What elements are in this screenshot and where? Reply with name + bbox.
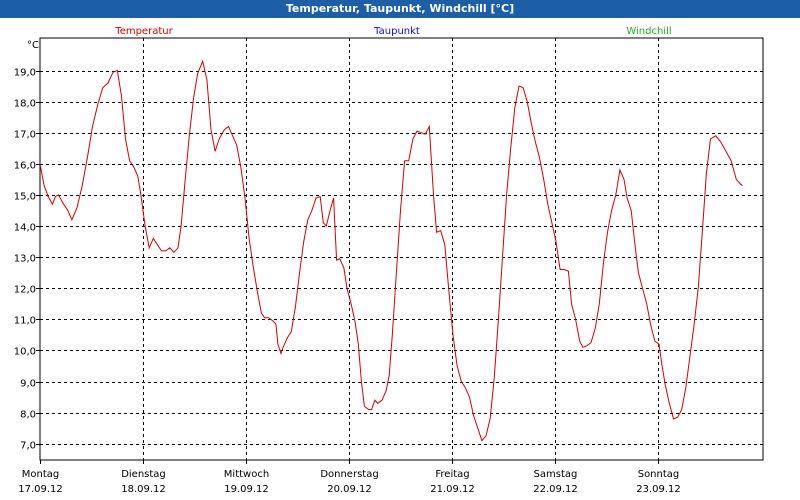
plot-area [39, 37, 764, 461]
x-tick-date-label: 18.09.12 [121, 484, 166, 495]
y-tick-label: 15,0 [14, 192, 36, 203]
legend-taupunkt: Taupunkt [373, 26, 420, 37]
x-tick-date-label: 22.09.12 [533, 484, 578, 495]
temperature-chart: 19,0 18,0 17,0 16,0 15,0 14,0 13,0 12,0 11,0 10,0… [14, 26, 764, 495]
y-tick-label: 11,0 [14, 316, 36, 327]
y-tick-label: 9,0 [20, 379, 36, 390]
x-tick-date-label: 19.09.12 [224, 484, 269, 495]
x-tick-date-label: 21.09.12 [430, 484, 475, 495]
x-tick-day-label: Dienstag [121, 469, 166, 480]
y-tick-label: 17,0 [14, 130, 36, 141]
x-tick-day-label: Donnerstag [320, 469, 378, 480]
y-tick-label: 16,0 [14, 161, 36, 172]
y-tick-label: 10,0 [14, 347, 36, 358]
y-tick-label: 8,0 [20, 410, 36, 421]
x-tick-date-label: 23.09.12 [636, 484, 681, 495]
y-axis-unit: °C [27, 40, 39, 51]
y-tick-label: 18,0 [14, 99, 36, 110]
y-tick-label: 13,0 [14, 254, 36, 265]
y-tick-label: 14,0 [14, 223, 36, 234]
x-tick-date-label: 17.09.12 [18, 484, 63, 495]
y-tick-label: 7,0 [20, 441, 36, 452]
x-tick-day-label: Mittwoch [224, 469, 269, 480]
x-tick-day-label: Montag [22, 469, 59, 480]
y-tick-label: 19,0 [14, 68, 36, 79]
legend-windchill: Windchill [626, 26, 671, 37]
x-tick-day-label: Sonntag [638, 469, 680, 480]
x-tick-day-label: Samstag [534, 469, 578, 480]
x-tick-day-label: Freitag [435, 469, 469, 480]
legend-temperatur: Temperatur [114, 26, 173, 37]
x-tick-date-label: 20.09.12 [327, 484, 372, 495]
y-tick-label: 12,0 [14, 285, 36, 296]
